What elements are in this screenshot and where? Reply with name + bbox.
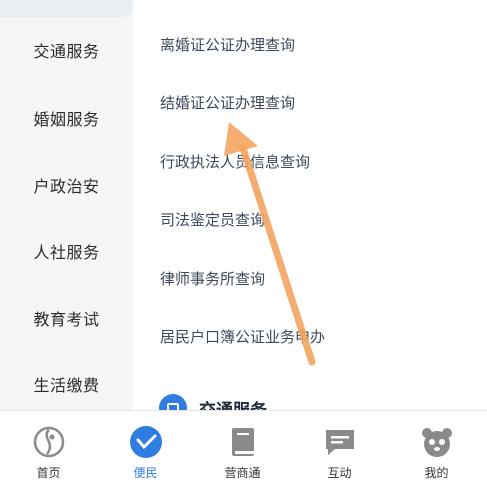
panda-icon [421, 428, 452, 457]
sidebar-item-label: 人社服务 [33, 243, 100, 262]
tab-label: 我的 [424, 466, 449, 480]
tab-home[interactable]: 首页 [0, 411, 97, 485]
sidebar-item-marriage[interactable]: 婚姻服务 [0, 88, 133, 148]
sidebar-item-label: 交通服务 [33, 42, 100, 61]
sidebar-item-household[interactable]: 户政治安 [0, 155, 133, 215]
home-logo-icon [33, 426, 64, 458]
link-household-register-notary[interactable]: 居民户口簿公证业务申办 [160, 326, 325, 347]
tab-label: 互动 [327, 466, 352, 480]
service-list: 离婚证公证办理查询 结婚证公证办理查询 行政执法人员信息查询 司法鉴定员查询 律… [133, 0, 487, 422]
sidebar-previous-item[interactable] [0, 0, 133, 18]
convenience-icon [129, 426, 162, 458]
tab-convenience[interactable]: 便民 [97, 411, 194, 485]
link-marriage-notary[interactable]: 结婚证公证办理查询 [160, 92, 295, 113]
link-law-firm[interactable]: 律师事务所查询 [160, 268, 265, 289]
link-divorce-notary[interactable]: 离婚证公证办理查询 [160, 34, 295, 55]
tab-business[interactable]: 营商通 [194, 411, 291, 485]
tab-label: 便民 [133, 466, 158, 480]
sidebar-item-social-security[interactable]: 人社服务 [0, 221, 133, 281]
sidebar-item-label: 户政治安 [33, 177, 100, 196]
sidebar-item-education[interactable]: 教育考试 [0, 288, 133, 348]
tab-label: 首页 [36, 466, 61, 480]
sidebar-item-label: 婚姻服务 [33, 110, 100, 129]
tab-interaction[interactable]: 互动 [291, 411, 388, 485]
category-sidebar: 交通服务 婚姻服务 户政治安 人社服务 教育考试 生活缴费 [0, 0, 133, 410]
sidebar-item-label: 生活缴费 [33, 376, 100, 395]
tab-label: 营商通 [224, 466, 261, 480]
sidebar-item-label: 教育考试 [33, 310, 100, 329]
book-icon [231, 428, 254, 456]
sidebar-item-traffic[interactable]: 交通服务 [0, 20, 133, 80]
link-judicial-appraiser[interactable]: 司法鉴定员查询 [160, 209, 265, 230]
chat-icon [325, 430, 354, 455]
tab-mine[interactable]: 我的 [388, 411, 485, 485]
sidebar-item-utilities[interactable]: 生活缴费 [0, 354, 133, 414]
bottom-tab-bar: 首页 便民 营商通 互动 我的 [0, 410, 487, 485]
link-law-enforcement-info[interactable]: 行政执法人员信息查询 [160, 151, 310, 172]
